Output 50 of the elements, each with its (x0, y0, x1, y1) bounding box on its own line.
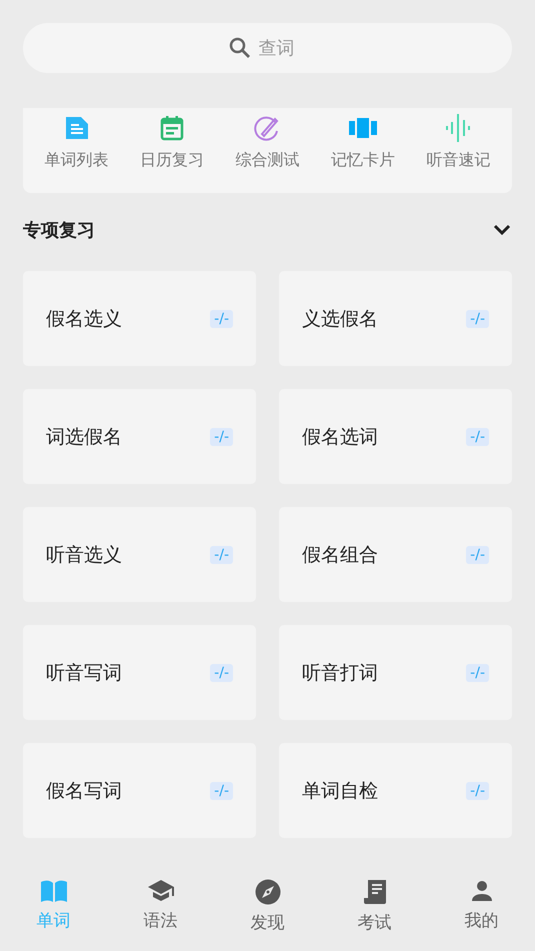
sound-wave-icon (444, 114, 472, 142)
score-badge: -/- (210, 664, 233, 682)
drill-label: 义选假名 (302, 306, 378, 332)
nav-tab[interactable]: 考试 (334, 879, 414, 934)
drill-card[interactable]: 假名写词 -/- (23, 743, 256, 838)
score-badge: -/- (210, 546, 233, 564)
drill-label: 听音打词 (302, 660, 378, 686)
drill-card[interactable]: 词选假名 -/- (23, 389, 256, 484)
score-badge: -/- (210, 310, 233, 328)
nav-tab[interactable]: 发现 (228, 879, 308, 934)
shortcut-label[interactable]: 单词列表 (44, 150, 109, 171)
drill-label: 假名组合 (302, 542, 378, 568)
document-icon (362, 879, 386, 905)
score-badge: -/- (466, 782, 489, 800)
drill-card[interactable]: 假名选义 -/- (23, 271, 256, 366)
shortcut-label[interactable]: 听音速记 (426, 150, 490, 171)
calendar-icon (158, 114, 186, 142)
drill-label: 听音选义 (46, 542, 122, 568)
drill-card[interactable]: 假名组合 -/- (279, 507, 512, 602)
book-icon (40, 879, 68, 903)
shortcut-label[interactable]: 日历复习 (140, 150, 204, 171)
score-badge: -/- (210, 782, 233, 800)
compass-icon (254, 879, 280, 905)
drill-card[interactable]: 听音写词 -/- (23, 625, 256, 720)
shortcut-label[interactable]: 综合测试 (235, 150, 300, 171)
score-badge: -/- (466, 310, 489, 328)
drill-label: 假名写词 (46, 778, 122, 804)
nav-tab[interactable]: 我的 (442, 879, 522, 932)
score-badge: -/- (466, 664, 489, 682)
nav-tab[interactable]: 语法 (120, 879, 200, 932)
drill-card[interactable]: 义选假名 -/- (279, 271, 512, 366)
graduation-cap-icon (146, 879, 174, 903)
drill-card[interactable]: 假名选词 -/- (279, 389, 512, 484)
drill-label: 单词自检 (302, 778, 378, 804)
score-badge: -/- (466, 546, 489, 564)
score-badge: -/- (466, 428, 489, 446)
drill-card[interactable]: 听音选义 -/- (23, 507, 256, 602)
drill-label: 假名选词 (302, 424, 378, 450)
section-title: 专项复习 (23, 219, 95, 242)
search-field[interactable]: 查词 (258, 38, 306, 58)
drill-label: 听音写词 (46, 660, 122, 686)
drill-card[interactable]: 单词自检 -/- (279, 743, 512, 838)
score-badge: -/- (210, 428, 233, 446)
chevron-icon[interactable] (492, 223, 512, 237)
search-icon (228, 37, 250, 59)
drill-card[interactable]: 听音打词 -/- (279, 625, 512, 720)
drill-label: 词选假名 (46, 424, 122, 450)
shortcut-label[interactable]: 记忆卡片 (330, 150, 395, 171)
drill-label: 假名选义 (46, 306, 122, 332)
person-icon (470, 879, 494, 903)
